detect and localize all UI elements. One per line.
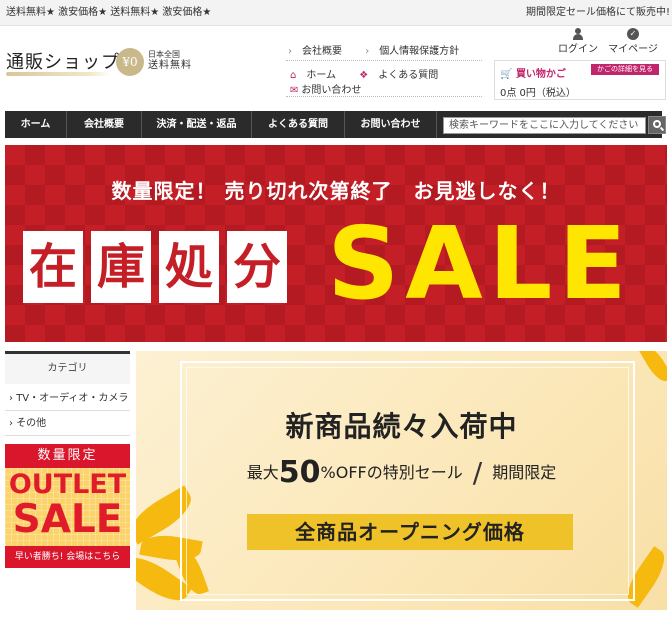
top-announcement-bar: 送料無料★ 激安価格★ 送料無料★ 激安価格★ 期間限定セール価格にて販売中! [0,0,672,26]
sale-char-2: 庫 [91,231,151,303]
sale-word: SALE [327,205,633,322]
site-header: 通販ショップ ¥0 日本全国 送料無料 › 会社概要 › 個人情報保護方針 ⌂ ホーム… [0,26,672,110]
promo-subline: 最大50%OFFの特別セール / 期間限定 [136,455,667,490]
link-contact[interactable]: ✉ お問い合わせ [290,85,361,96]
flower-petal-decoration [639,351,667,386]
announcement-right: 期間限定セール価格にて販売中! [525,7,670,18]
home-icon: ⌂ [290,70,297,81]
sale-char-4: 分 [227,231,287,303]
cart-icon: 🛒 [500,69,513,80]
mypage-link[interactable]: ✓ マイページ [603,28,663,55]
bookmark-icon: ❖ [359,70,369,81]
promo-sub-prefix: 最大 [246,463,279,482]
link-company-label: 会社概要 [302,46,342,57]
outlet-top-band: 数量限定 [5,444,130,468]
mail-icon: ✉ [290,85,299,96]
user-icon [572,28,584,40]
promo-sub-slash: / [472,456,483,489]
category-item-label: その他 [16,418,47,429]
nav-company[interactable]: 会社概要 [67,111,142,138]
logo-underline [6,72,110,76]
category-item-other[interactable]: › その他 [5,411,130,436]
link-company[interactable]: › 会社概要 [288,46,352,57]
chevron-right-icon: › [9,418,13,429]
outlet-sale-word: SALE [12,497,123,542]
search-button[interactable] [648,116,666,134]
login-label: ログイン [558,44,598,55]
promo-price-bar: 全商品オープニング価格 [247,514,573,550]
chevron-right-icon: › [365,46,370,57]
new-arrivals-banner[interactable]: 新商品続々入荷中 最大50%OFFの特別セール / 期間限定 全商品オープニング価格 [136,351,667,610]
check-circle-icon: ✓ [627,28,639,40]
cart-status: 0点 0円（税込） [500,88,576,99]
nav-home[interactable]: ホーム [5,111,67,138]
category-item-label: TV・オーディオ・カメラ [16,393,129,404]
login-link[interactable]: ログイン [548,28,608,55]
mypage-label: マイページ [608,44,658,55]
free-shipping-label: 日本全国 送料無料 [148,50,192,72]
outlet-sale-banner[interactable]: 数量限定 OUTLET SALE 早い者勝ち! 会場はこちら [5,444,130,568]
header-links-row1: › 会社概要 › 個人情報保護方針 [288,42,479,57]
link-home-label: ホーム [306,70,337,81]
link-privacy[interactable]: › 個人情報保護方針 [365,46,469,57]
promo-sub-suffix: %OFFの特別セール [320,463,463,482]
zero-yen-badge: ¥0 [116,48,144,76]
header-links-row3: ✉ お問い合わせ [290,81,361,96]
main-nav: ホーム 会社概要 決済・配送・返品 よくある質問 お問い合わせ 検索キーワードを… [5,111,666,138]
header-links-row2: ⌂ ホーム ❖ よくある質問 [290,66,458,81]
site-logo[interactable]: 通販ショップ [6,48,120,74]
promo-sub-number: 50 [278,455,321,490]
sale-tagline: 数量限定！ 売り切れ次第終了 お見逃しなく！ [111,179,561,203]
promo-headline: 新商品続々入荷中 [285,410,518,443]
nav-contact[interactable]: お問い合わせ [345,111,437,138]
link-faq[interactable]: ❖ よくある質問 [359,70,448,81]
chevron-right-icon: › [9,393,13,404]
sale-banner[interactable]: 数量限定！ 売り切れ次第終了 お見逃しなく！ 在 庫 処 分 SALE [5,145,667,342]
cart-title[interactable]: 🛒 買い物かご [500,65,566,80]
outlet-bottom-band: 早い者勝ち! 会場はこちら [5,546,130,568]
header-links-divider [286,60,482,61]
sale-char-3: 処 [159,231,219,303]
cart-box: 🛒 買い物かご かごの詳細を見る 0点 0円（税込） [494,60,666,100]
cart-detail-button[interactable]: かごの詳細を見る [591,64,659,75]
promo-sub-limited: 期間限定 [492,463,557,482]
cart-title-label: 買い物かご [515,69,566,80]
free-shipping-small: 日本全国 [148,50,180,59]
free-shipping-big: 送料無料 [148,60,192,71]
category-heading: カテゴリ [5,351,130,384]
header-links-divider-bottom [286,96,482,97]
announcement-left: 送料無料★ 激安価格★ 送料無料★ 激安価格★ [6,7,212,18]
sale-char-1: 在 [23,231,83,303]
outlet-word: OUTLET [8,469,127,500]
chevron-right-icon: › [288,46,292,57]
nav-faq[interactable]: よくある質問 [252,111,345,138]
nav-payment-shipping[interactable]: 決済・配送・返品 [142,111,252,138]
link-privacy-label: 個人情報保護方針 [379,46,460,57]
link-faq-label: よくある質問 [378,70,439,81]
link-home[interactable]: ⌂ ホーム [290,70,346,81]
category-item-tv-audio-camera[interactable]: › TV・オーディオ・カメラ [5,386,130,411]
link-contact-label: お問い合わせ [301,85,362,96]
search-input[interactable]: 検索キーワードをここに入力してください [443,117,646,134]
